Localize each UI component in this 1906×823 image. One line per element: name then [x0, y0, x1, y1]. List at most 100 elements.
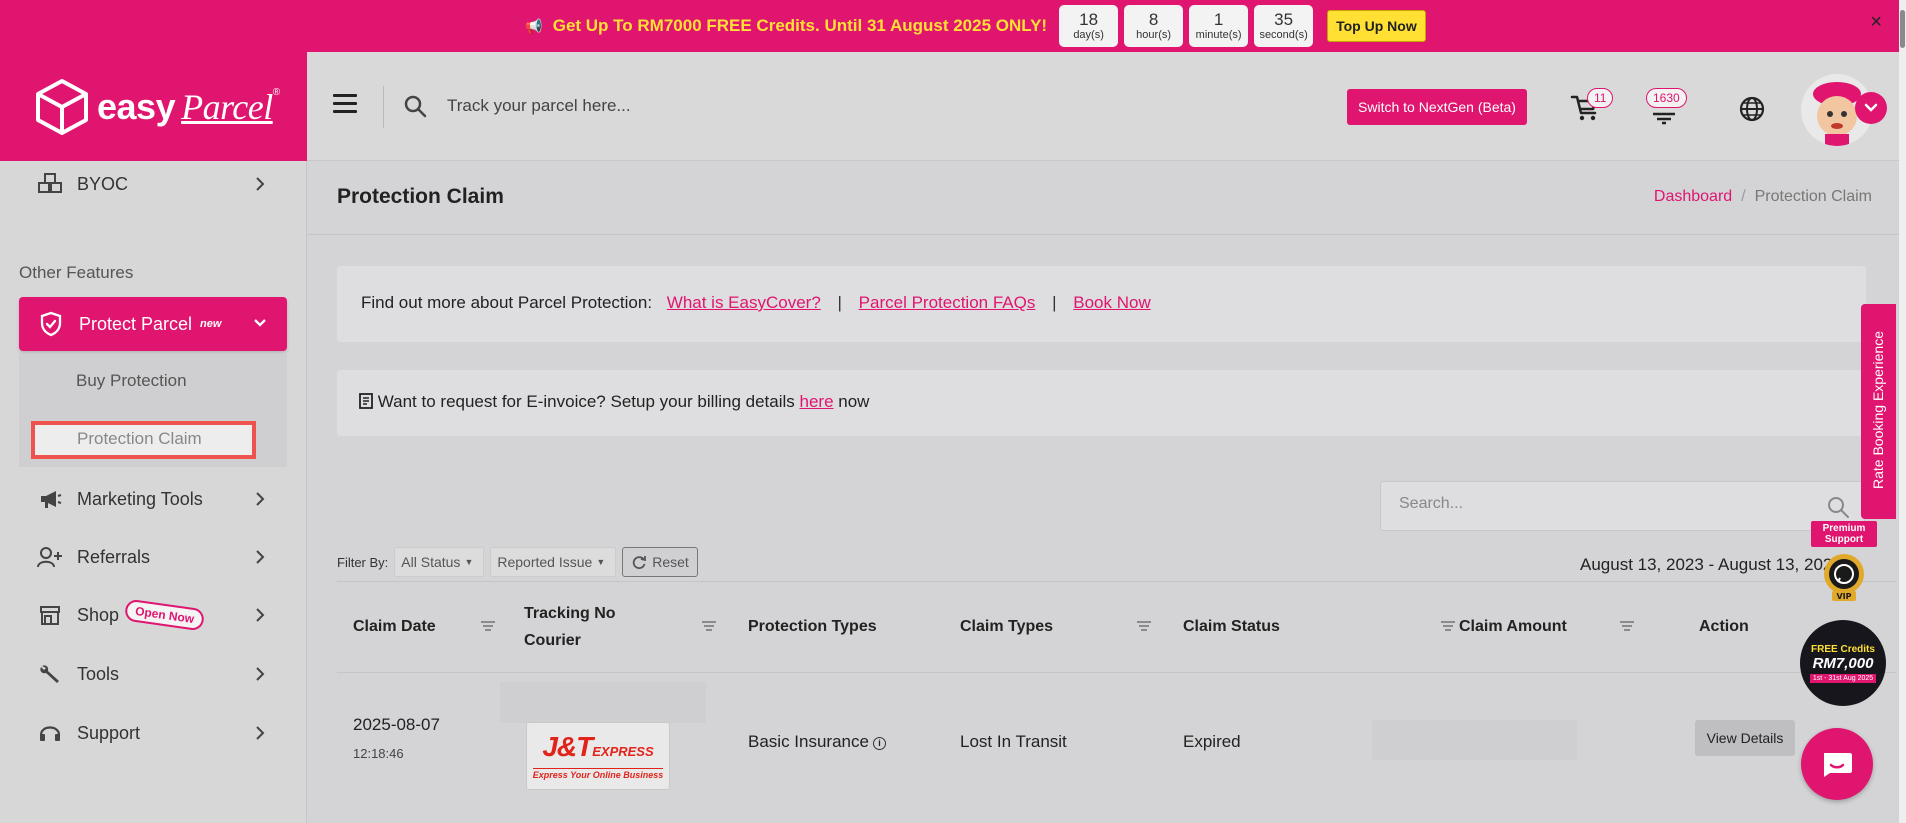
what-is-easycover-link[interactable]: What is EasyCover? — [667, 293, 821, 312]
sidebar-label-protect: Protect Parcel — [79, 313, 193, 334]
header-claim-amount: Claim Amount — [1459, 618, 1567, 635]
cube-logo-icon — [36, 78, 88, 135]
sidebar-item-shop[interactable]: Shop Open Now — [19, 595, 287, 635]
top-header: Switch to NextGen (Beta) 11 1630 — [307, 52, 1899, 161]
breadcrumb-dashboard[interactable]: Dashboard — [1654, 188, 1732, 205]
countdown-days: 18 day(s) — [1059, 5, 1119, 47]
chevron-right-icon — [256, 492, 265, 506]
einvoice-text: Want to request for E-invoice? Setup you… — [377, 392, 795, 411]
claim-search-input[interactable] — [1399, 495, 1799, 513]
close-icon[interactable]: × — [1870, 12, 1882, 32]
book-now-link[interactable]: Book Now — [1073, 293, 1150, 312]
receipt-icon — [359, 393, 373, 409]
chevron-right-icon — [256, 550, 265, 564]
header-protection-types: Protection Types — [748, 618, 877, 635]
issue-filter-select[interactable]: Reported Issue ▼ — [490, 547, 617, 577]
new-tag: new — [200, 318, 222, 330]
premium-support-label: Premium Support — [1811, 521, 1877, 547]
promo-banner: 📢 Get Up To RM7000 FREE Credits. Until 3… — [0, 0, 1906, 52]
protection-faqs-link[interactable]: Parcel Protection FAQs — [859, 293, 1036, 312]
search-icon[interactable] — [1826, 495, 1850, 519]
chevron-down-icon — [254, 319, 266, 327]
sort-icon[interactable] — [702, 621, 716, 631]
row-protection-type: Basic Insurance i — [748, 732, 886, 752]
reset-button[interactable]: Reset — [622, 547, 698, 577]
sort-icon[interactable] — [1620, 621, 1634, 631]
sidebar-item-support[interactable]: Support — [19, 713, 287, 753]
header-divider — [383, 86, 384, 128]
switch-nextgen-button[interactable]: Switch to NextGen (Beta) — [1347, 89, 1527, 125]
status-filter-select[interactable]: All Status ▼ — [394, 547, 485, 577]
track-parcel-input[interactable] — [447, 90, 947, 122]
date-range-picker[interactable]: August 13, 2023 - August 13, 2025 — [1580, 555, 1842, 575]
breadcrumb-current: Protection Claim — [1754, 188, 1872, 205]
sidebar-label-referrals: Referrals — [77, 546, 151, 567]
jt-express-logo: J&TEXPRESS Express Your Online Business — [526, 722, 670, 790]
breadcrumb: Dashboard / Protection Claim — [1653, 188, 1872, 205]
profile-dropdown-icon[interactable] — [1855, 92, 1887, 124]
boxes-icon — [37, 172, 63, 196]
submenu-buy-protection[interactable]: Buy Protection — [76, 371, 187, 391]
sidebar-label-marketing: Marketing Tools — [77, 488, 203, 509]
header-action: Action — [1699, 618, 1749, 635]
shop-icon — [37, 603, 63, 627]
sort-icon[interactable] — [1137, 621, 1151, 631]
table-divider — [337, 672, 1896, 673]
einvoice-card: Want to request for E-invoice? Setup you… — [337, 370, 1866, 436]
sort-icon[interactable] — [1441, 621, 1455, 631]
megaphone-icon — [37, 487, 63, 511]
row-claim-time: 12:18:46 — [353, 746, 404, 761]
sidebar: BYOC Other Features Protect Parcel new B… — [0, 161, 307, 823]
scrollbar[interactable] — [1899, 0, 1906, 823]
chevron-right-icon — [256, 726, 265, 740]
view-details-button[interactable]: View Details — [1695, 720, 1795, 756]
header-claim-date[interactable]: Claim Date — [353, 582, 436, 672]
countdown-minutes: 1 minute(s) — [1189, 5, 1249, 47]
sidebar-label-tools: Tools — [77, 663, 120, 684]
chat-icon[interactable] — [1801, 728, 1873, 800]
info-prefix: Find out more about Parcel Protection: — [361, 293, 653, 312]
sidebar-label-shop: Shop — [77, 604, 120, 625]
search-icon — [404, 95, 427, 118]
scrollbar-thumb[interactable] — [1900, 10, 1905, 48]
protection-info-card: Find out more about Parcel Protection: W… — [337, 266, 1866, 342]
free-credits-badge[interactable]: FREE Credits RM7,000 1st - 31st Aug 2025 — [1800, 620, 1886, 706]
whatsapp-vip-icon[interactable]: VIP — [1820, 550, 1868, 602]
user-plus-icon — [37, 545, 63, 569]
globe-icon[interactable] — [1739, 96, 1765, 122]
page-title-bar: Protection Claim Dashboard / Protection Cl… — [307, 161, 1899, 235]
vip-label: VIP — [1836, 592, 1851, 601]
rate-booking-experience-tab[interactable]: Rate Booking Experience — [1861, 304, 1896, 519]
submenu-protection-claim[interactable]: Protection Claim — [31, 421, 256, 459]
header-claim-status: Claim Status — [1183, 618, 1280, 635]
notification-count-badge: 1630 — [1646, 88, 1687, 108]
logo[interactable]: easy Parcel ® — [0, 52, 307, 161]
countdown-seconds: 35 second(s) — [1254, 5, 1314, 47]
row-claim-status: Expired — [1183, 732, 1241, 751]
cart-count-badge: 11 — [1587, 88, 1614, 108]
filter-label: Filter By: — [337, 554, 389, 570]
claims-table: Claim Date Tracking No Courier Protectio… — [337, 581, 1896, 823]
hamburger-menu-icon[interactable] — [333, 94, 357, 114]
chevron-right-icon — [256, 608, 265, 622]
billing-here-link[interactable]: here — [800, 392, 834, 411]
refresh-icon — [633, 556, 647, 570]
sidebar-label-support: Support — [77, 722, 141, 743]
tracking-no-placeholder — [500, 682, 706, 723]
sidebar-item-tools[interactable]: Tools — [19, 654, 287, 694]
claim-amount-placeholder — [1372, 720, 1577, 760]
logo-text: easy Parcel — [97, 85, 273, 127]
promo-icon: 📢 — [525, 17, 543, 34]
shield-check-icon — [39, 311, 63, 337]
sidebar-item-marketing-tools[interactable]: Marketing Tools — [19, 479, 287, 519]
main-content: Protection Claim Dashboard / Protection Cl… — [307, 161, 1899, 823]
sidebar-item-referrals[interactable]: Referrals — [19, 537, 287, 577]
claim-search-box — [1380, 481, 1865, 531]
header-tracking-courier[interactable]: Tracking No Courier — [524, 582, 616, 672]
sidebar-item-protect-parcel[interactable]: Protect Parcel new — [19, 297, 287, 351]
info-icon[interactable]: i — [872, 737, 886, 750]
sidebar-item-byoc[interactable]: BYOC — [19, 164, 287, 204]
top-up-now-button[interactable]: Top Up Now — [1327, 10, 1426, 42]
row-claim-date: 2025-08-07 — [353, 715, 440, 734]
sort-icon[interactable] — [481, 621, 495, 631]
